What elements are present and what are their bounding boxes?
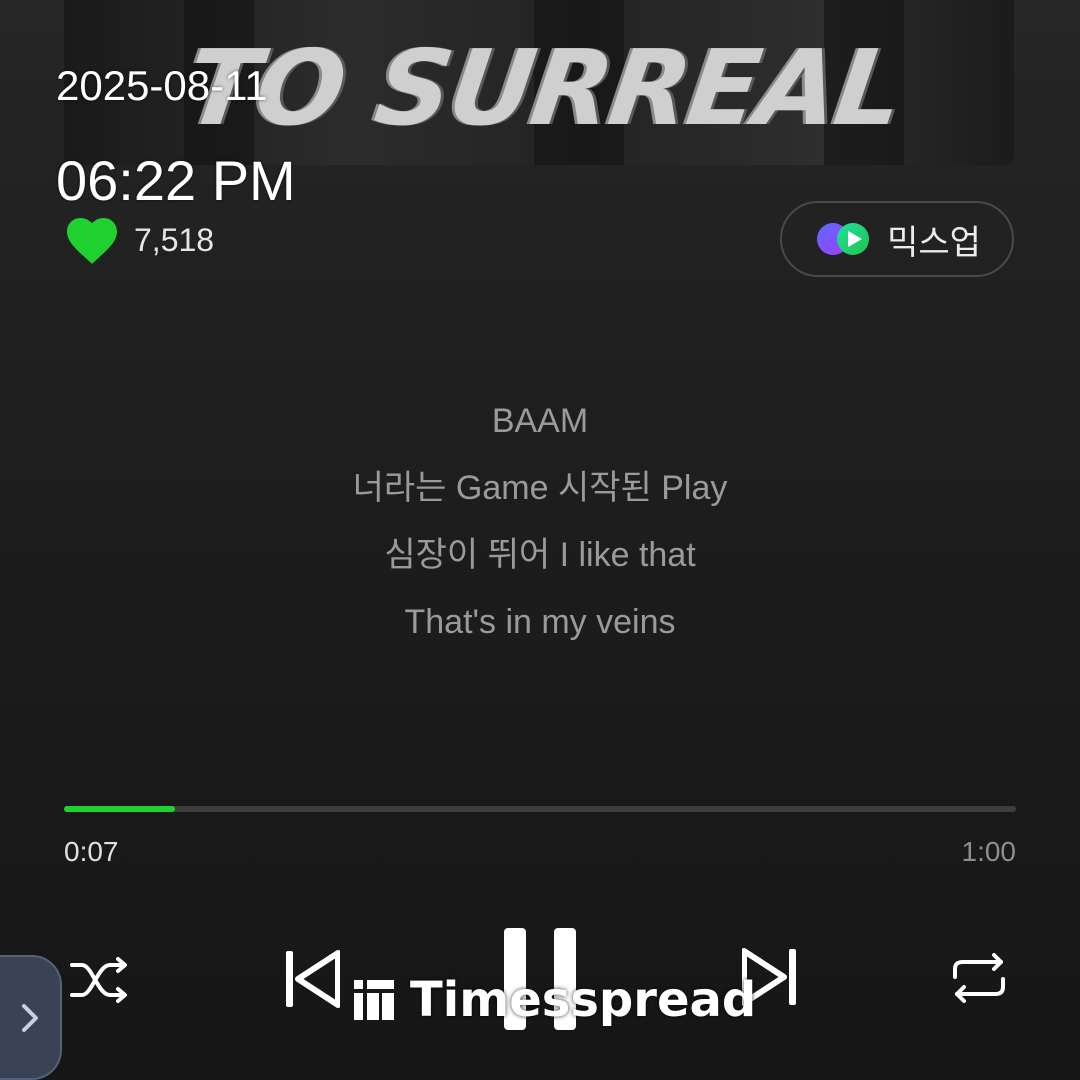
like-count: 7,518 [134, 221, 215, 258]
repeat-icon [953, 953, 1005, 1003]
lyric-line: 심장이 뛰어 I like that [384, 536, 696, 574]
chevron-right-icon [22, 1003, 38, 1032]
overlay-time: 06:22 PM [56, 149, 296, 212]
watermark-logo-icon [354, 980, 394, 1020]
overlay-date: 2025-08-11 [56, 62, 268, 109]
like-button[interactable]: 7,518 [64, 214, 214, 266]
watermark-text: Timesspread [410, 972, 757, 1028]
lyric-line: That's in my veins [404, 603, 676, 641]
progress-fill [64, 806, 176, 812]
mixup-label: 믹스업 [887, 223, 981, 262]
previous-button[interactable] [282, 948, 342, 1010]
total-time: 1:00 [961, 836, 1017, 867]
shuffle-icon [70, 957, 127, 1003]
skip-previous-icon [286, 950, 340, 1008]
progress-bar[interactable] [64, 806, 1016, 812]
lyric-line: 너라는 Game 시작된 Play [352, 469, 728, 507]
side-panel-toggle[interactable] [0, 955, 62, 1080]
watermark: Timesspread [352, 972, 756, 1028]
shuffle-button[interactable] [66, 950, 132, 1010]
mixup-button[interactable]: 믹스업 [780, 201, 1014, 277]
lyrics-panel[interactable]: BAAM 너라는 Game 시작된 Play 심장이 뛰어 I like tha… [0, 388, 1080, 656]
current-time: 0:07 [64, 836, 119, 867]
repeat-button[interactable] [948, 950, 1010, 1006]
lyric-line: BAAM [491, 402, 589, 440]
heart-icon [67, 217, 117, 264]
mixup-icon [817, 223, 870, 255]
